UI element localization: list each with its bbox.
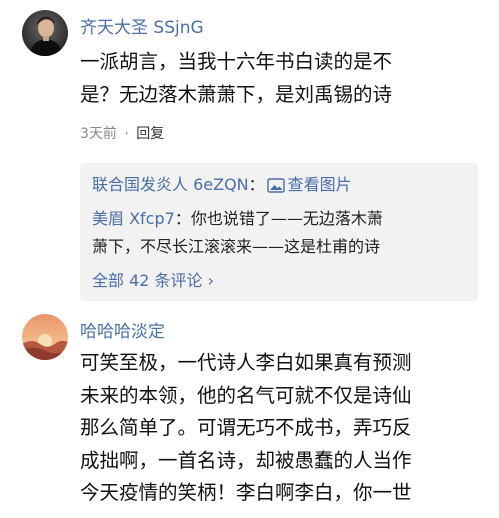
username-2[interactable]: 哈哈哈淡定 — [80, 317, 165, 342]
person-photo-avatar-icon — [22, 10, 68, 56]
view-image-link[interactable]: 查看图片 — [288, 175, 352, 194]
sunset-avatar-icon — [22, 314, 68, 360]
comment-1-meta: 3天前 · 回复 — [80, 123, 164, 143]
comment-2-text: 可笑至极，一代诗人李白如果真有预测 未来的本领，他的名气可就不仅是诗仙 那么简单… — [80, 347, 480, 510]
reply-1-colon: ： — [248, 175, 265, 194]
reply-2-colon: ： — [174, 209, 191, 228]
reply-1-author[interactable]: 联合国发炎人 6eZQN — [92, 175, 249, 194]
reply-2-text-1: 你也说错了——无边落木萧 — [190, 209, 383, 228]
reply-2-line-2: 萧下，不尽长江滚滚来——这是杜甫的诗 — [92, 237, 381, 256]
comment-1-text: 一派胡言，当我十六年书白读的是不 是？无边落木萧萧下，是刘禹锡的诗 — [80, 45, 480, 111]
reply-1: 联合国发炎人 6eZQN： 查看图片 — [92, 173, 352, 200]
comment-1: 齐天大圣 SSjnG 一派胡言，当我十六年书白读的是不 是？无边落木萧萧下，是刘… — [0, 0, 499, 310]
comment-1-line-2: 是？无边落木萧萧下，是刘禹锡的诗 — [80, 83, 393, 106]
comment-2-line-2: 未来的本领，他的名气可就不仅是诗仙 — [80, 383, 412, 407]
reply-2-line-1: 美眉 Xfcp7：你也说错了——无边落木萧 — [92, 207, 383, 231]
comment-2-line-1: 可笑至极，一代诗人李白如果真有预测 — [80, 351, 412, 374]
comment-2-line-4: 成拙啊，一首名诗，却被愚蠢的人当作 — [80, 448, 412, 472]
avatar-1[interactable] — [22, 10, 68, 56]
comment-2-line-5: 今天疫情的笑柄！李白啊李白，你一世 — [80, 481, 412, 504]
meta-separator: · — [124, 126, 129, 142]
comment-1-time: 3天前 — [80, 126, 117, 142]
reply-button[interactable]: 回复 — [136, 126, 164, 142]
comment-2: 哈哈哈淡定 可笑至极，一代诗人李白如果真有预测 未来的本领，他的名气可就不仅是诗… — [0, 310, 499, 518]
comment-1-line-1: 一派胡言，当我十六年书白读的是不 — [80, 50, 393, 73]
comment-2-line-3: 那么简单了。可谓无巧不成书，弄巧反 — [80, 416, 412, 439]
reply-box: 联合国发炎人 6eZQN： 查看图片 美眉 Xfcp7：你也说错了——无边落木萧 … — [80, 163, 478, 301]
view-all-comments-link[interactable]: 全部 42 条评论 › — [92, 269, 214, 293]
username-1[interactable]: 齐天大圣 SSjnG — [80, 13, 204, 38]
avatar-2[interactable] — [22, 314, 68, 360]
image-icon[interactable] — [266, 176, 285, 200]
reply-2-author[interactable]: 美眉 Xfcp7 — [92, 209, 175, 228]
